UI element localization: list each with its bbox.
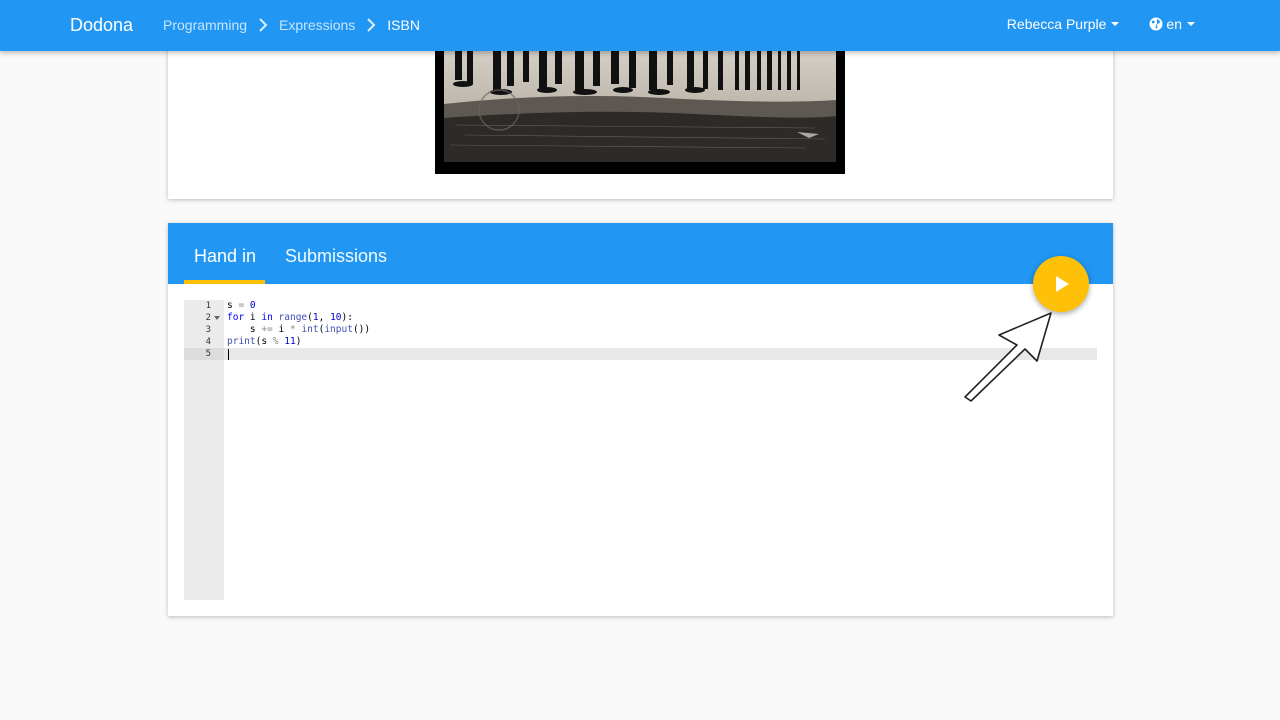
- code-line: s += i * int(input()): [227, 324, 371, 335]
- line-number: 2: [205, 313, 211, 323]
- chevron-right-icon: [355, 18, 387, 32]
- exercise-illustration: [435, 40, 845, 174]
- line-number: 4: [205, 337, 211, 347]
- breadcrumb-isbn: ISBN: [387, 17, 420, 33]
- tab-hand-in[interactable]: Hand in: [194, 246, 256, 267]
- tab-submissions[interactable]: Submissions: [285, 246, 387, 267]
- hand-in-card: Hand in Submissions 1 2 3 4 5 s = 0 for …: [168, 223, 1113, 616]
- brand-logo[interactable]: Dodona: [70, 15, 133, 36]
- run-button[interactable]: [1033, 256, 1089, 312]
- line-number: 3: [205, 325, 211, 335]
- line-number: 1: [205, 301, 211, 311]
- line-number: 5: [205, 349, 211, 359]
- globe-icon: [1149, 17, 1163, 31]
- language-label: en: [1166, 16, 1182, 32]
- active-tab-indicator: [184, 280, 265, 284]
- language-menu[interactable]: en: [1149, 16, 1195, 32]
- chevron-right-icon: [247, 18, 279, 32]
- code-line: for i in range(1, 10):: [227, 312, 353, 323]
- tab-bar: Hand in Submissions: [168, 223, 1113, 284]
- play-icon: [1056, 276, 1069, 292]
- breadcrumb-expressions[interactable]: Expressions: [279, 17, 355, 33]
- breadcrumb: Programming Expressions ISBN: [163, 17, 420, 33]
- navbar-right: Rebecca Purple en: [1007, 16, 1195, 32]
- arrow-pointer-icon: [964, 312, 1052, 402]
- text-cursor: [228, 349, 229, 360]
- code-line: print(s % 11): [227, 336, 302, 347]
- code-line: s = 0: [227, 300, 256, 311]
- top-navbar: Dodona Programming Expressions ISBN Rebe…: [0, 0, 1280, 51]
- fold-toggle-icon[interactable]: [214, 316, 220, 320]
- user-menu[interactable]: Rebecca Purple: [1007, 16, 1120, 32]
- caret-down-icon: [1187, 22, 1195, 26]
- exercise-description-card: [168, 40, 1113, 199]
- user-name: Rebecca Purple: [1006, 16, 1107, 32]
- caret-down-icon: [1111, 22, 1120, 26]
- breadcrumb-programming[interactable]: Programming: [163, 17, 247, 33]
